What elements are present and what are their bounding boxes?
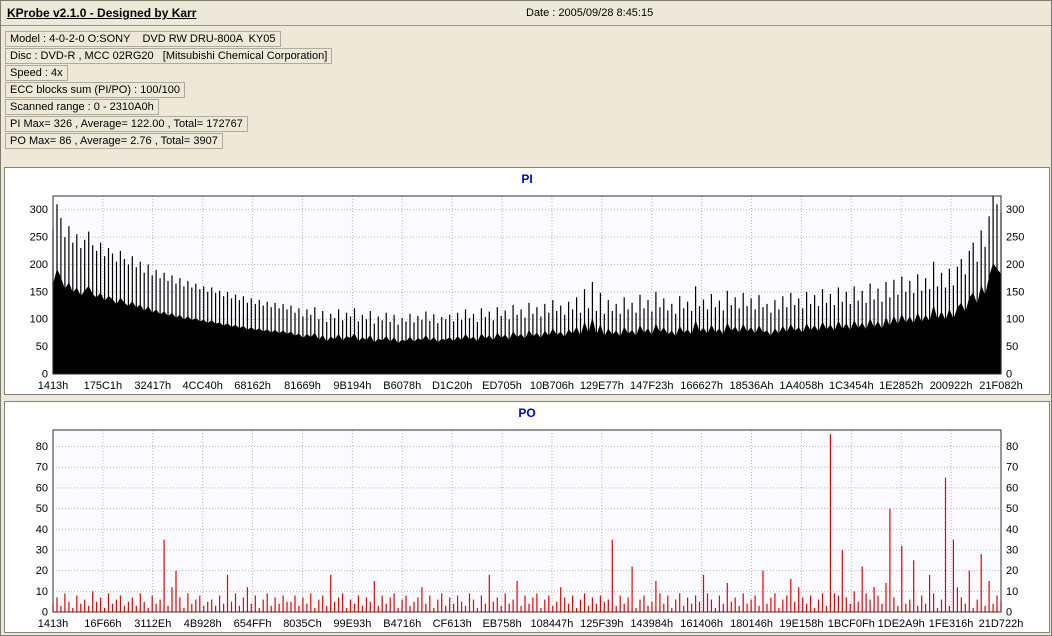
svg-text:20: 20 <box>1006 565 1018 577</box>
svg-text:1413h: 1413h <box>38 618 69 630</box>
svg-text:32417h: 32417h <box>134 380 171 392</box>
po-chart-title: PO <box>518 406 536 420</box>
svg-text:10B706h: 10B706h <box>530 380 574 392</box>
svg-text:147F23h: 147F23h <box>630 380 673 392</box>
svg-text:200: 200 <box>1006 259 1024 271</box>
svg-text:30: 30 <box>1006 544 1018 556</box>
svg-text:100: 100 <box>1006 314 1024 326</box>
scan-date-label: Date : 2005/09/28 8:45:15 <box>526 7 654 19</box>
svg-text:50: 50 <box>1006 341 1018 353</box>
svg-text:300: 300 <box>30 204 48 216</box>
info-line-ecc: ECC blocks sum (PI/PO) : 100/100 <box>5 82 185 98</box>
svg-text:300: 300 <box>1006 204 1024 216</box>
info-line-scanned-range: Scanned range : 0 - 2310A0h <box>5 99 159 115</box>
svg-text:21F082h: 21F082h <box>979 380 1022 392</box>
header-bar: KProbe v2.1.0 - Designed by Karr Date : … <box>1 1 1051 26</box>
svg-text:3112Eh: 3112Eh <box>134 618 171 630</box>
svg-text:143984h: 143984h <box>630 618 673 630</box>
info-line-disc: Disc : DVD-R , MCC 02RG20 [Mitsubishi Ch… <box>5 48 333 64</box>
svg-text:EB758h: EB758h <box>482 618 521 630</box>
svg-text:80: 80 <box>1006 441 1018 453</box>
svg-text:150: 150 <box>1006 286 1024 298</box>
svg-text:70: 70 <box>36 462 48 474</box>
svg-text:D1C20h: D1C20h <box>432 380 472 392</box>
svg-text:0: 0 <box>1006 369 1012 381</box>
svg-text:20: 20 <box>36 565 48 577</box>
svg-text:B6078h: B6078h <box>383 380 421 392</box>
svg-text:80: 80 <box>36 441 48 453</box>
pi-chart-title: PI <box>521 172 533 186</box>
svg-text:10: 10 <box>1006 586 1018 598</box>
svg-text:50: 50 <box>36 341 48 353</box>
svg-text:4CC40h: 4CC40h <box>183 380 223 392</box>
svg-text:1FE316h: 1FE316h <box>929 618 974 630</box>
svg-text:180146h: 180146h <box>730 618 773 630</box>
app-title: KProbe v2.1.0 - Designed by Karr <box>7 6 197 20</box>
svg-text:1BCF0Fh: 1BCF0Fh <box>828 618 875 630</box>
svg-text:68162h: 68162h <box>234 380 271 392</box>
svg-text:150: 150 <box>30 286 48 298</box>
svg-text:10: 10 <box>36 586 48 598</box>
svg-text:1C3454h: 1C3454h <box>829 380 874 392</box>
svg-text:40: 40 <box>1006 524 1018 536</box>
svg-text:50: 50 <box>36 503 48 515</box>
svg-text:60: 60 <box>1006 482 1018 494</box>
info-panel: Model : 4-0-2-0 O:SONY DVD RW DRU-800A K… <box>5 31 333 150</box>
svg-text:8035Ch: 8035Ch <box>283 618 322 630</box>
svg-text:99E93h: 99E93h <box>333 618 371 630</box>
pi-plot: 0 0 50 50 100 100 150 150 200 200 250 250 300 300 1413… <box>30 195 1024 392</box>
info-line-model: Model : 4-0-2-0 O:SONY DVD RW DRU-800A K… <box>5 31 281 47</box>
svg-text:50: 50 <box>1006 503 1018 515</box>
svg-text:0: 0 <box>42 607 48 619</box>
info-line-pi-stats: PI Max= 326 , Average= 122.00 , Total= 1… <box>5 116 248 132</box>
svg-text:19E158h: 19E158h <box>779 618 823 630</box>
svg-text:ED705h: ED705h <box>482 380 522 392</box>
svg-text:1413h: 1413h <box>38 380 69 392</box>
po-chart-panel: PO 0 0 10 10 20 20 30 30 40 40 50 50 60 60 70 70 80 80 141… <box>4 401 1050 633</box>
svg-text:70: 70 <box>1006 462 1018 474</box>
svg-text:21D722h: 21D722h <box>979 618 1024 630</box>
svg-text:1E2852h: 1E2852h <box>879 380 923 392</box>
svg-text:654FFh: 654FFh <box>234 618 272 630</box>
svg-text:CF613h: CF613h <box>433 618 472 630</box>
info-line-speed: Speed : 4x <box>5 65 68 81</box>
svg-text:B4716h: B4716h <box>383 618 421 630</box>
svg-text:16F66h: 16F66h <box>84 618 121 630</box>
po-plot: 0 0 10 10 20 20 30 30 40 40 50 50 60 60 70 70 80 80 1413h 1… <box>36 429 1024 630</box>
svg-text:30: 30 <box>36 544 48 556</box>
svg-text:125F39h: 125F39h <box>580 618 623 630</box>
svg-text:200: 200 <box>30 259 48 271</box>
svg-text:250: 250 <box>1006 232 1024 244</box>
svg-text:40: 40 <box>36 524 48 536</box>
info-line-po-stats: PO Max= 86 , Average= 2.76 , Total= 3907 <box>5 133 223 149</box>
svg-text:200922h: 200922h <box>930 380 973 392</box>
svg-text:4B928h: 4B928h <box>184 618 222 630</box>
svg-text:9B194h: 9B194h <box>333 380 371 392</box>
svg-text:18536Ah: 18536Ah <box>730 380 774 392</box>
svg-text:60: 60 <box>36 482 48 494</box>
svg-text:1DE2A9h: 1DE2A9h <box>878 618 925 630</box>
pi-chart-panel: PI 0 0 50 50 100 100 150 150 200 200 250 250 300 300 1… <box>4 167 1050 395</box>
svg-text:100: 100 <box>30 314 48 326</box>
kprobe-window: KProbe v2.1.0 - Designed by Karr Date : … <box>0 0 1052 636</box>
svg-text:0: 0 <box>1006 607 1012 619</box>
svg-text:129E77h: 129E77h <box>580 380 624 392</box>
svg-text:0: 0 <box>42 369 48 381</box>
svg-text:166627h: 166627h <box>680 380 723 392</box>
svg-text:81669h: 81669h <box>284 380 321 392</box>
svg-text:161406h: 161406h <box>680 618 723 630</box>
svg-text:108447h: 108447h <box>531 618 574 630</box>
svg-text:1A4058h: 1A4058h <box>779 380 823 392</box>
svg-text:250: 250 <box>30 232 48 244</box>
svg-text:175C1h: 175C1h <box>84 380 123 392</box>
